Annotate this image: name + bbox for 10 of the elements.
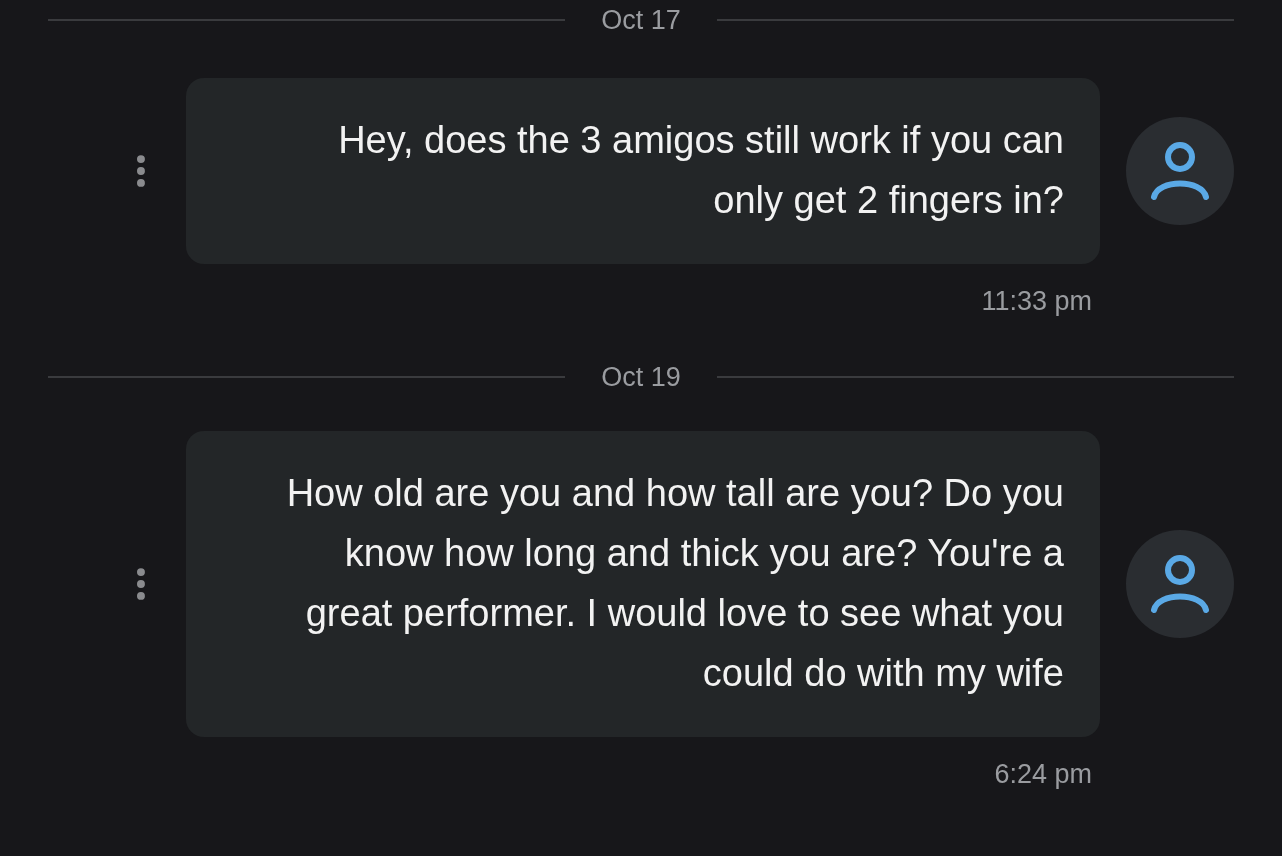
- avatar-icon: [1126, 530, 1234, 638]
- timestamp: 6:24 pm: [993, 759, 1093, 790]
- date-label: Oct 19: [601, 361, 681, 393]
- more-options-icon[interactable]: [136, 567, 146, 601]
- timestamp: 11:33 pm: [980, 286, 1093, 317]
- message-text: How old are you and how tall are you? Do you know how long and thick you are? You're a great performer. I would love to see what you could do with my wife: [285, 471, 1064, 696]
- date-label: Oct 17: [601, 4, 681, 36]
- avatar-icon: [1126, 117, 1234, 225]
- message-text: Hey, does the 3 amigos still work if you can only get 2 fingers in?: [337, 118, 1064, 223]
- more-options-icon[interactable]: [136, 154, 146, 188]
